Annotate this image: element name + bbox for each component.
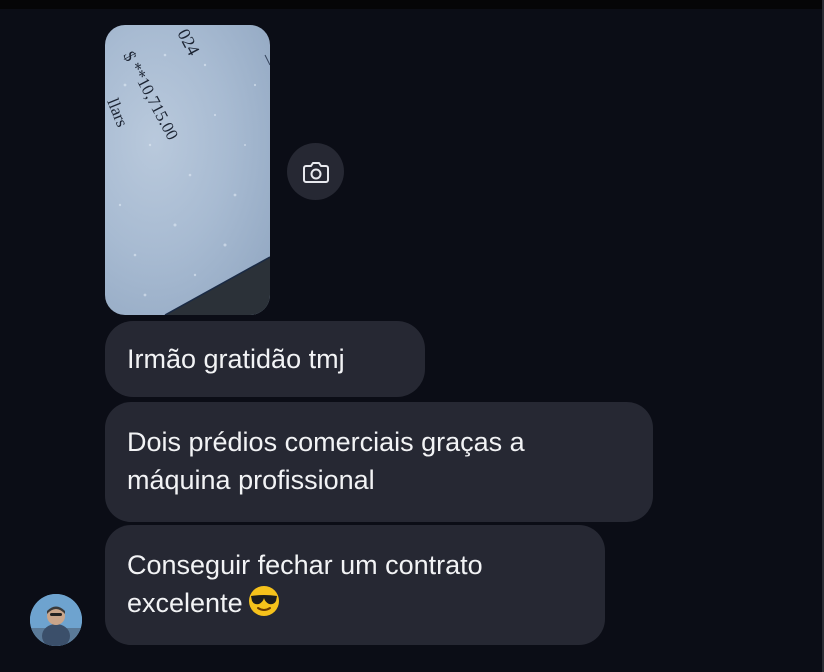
photo-text-amount: $ **10,715.00	[119, 48, 182, 143]
message-text: excelente	[127, 588, 243, 618]
message-text-line: Dois prédios comerciais graças a	[127, 427, 525, 457]
message-text-line-with-emoji: excelente	[127, 584, 583, 622]
message-bubble[interactable]: Irmão gratidão tmj	[105, 321, 425, 397]
top-strip	[0, 0, 824, 9]
message-text-line: máquina profissional	[127, 465, 375, 495]
message-bubble[interactable]: Conseguir fechar um contrato excelente	[105, 525, 605, 645]
message-text-line: Conseguir fechar um contrato	[127, 550, 483, 580]
sunglasses-emoji-icon	[248, 586, 279, 616]
check-photo-content: 024 $ **10,715.00 llars	[105, 25, 270, 315]
camera-icon	[302, 161, 329, 183]
avatar-image	[30, 594, 82, 646]
photo-text-side: llars	[105, 95, 132, 129]
camera-button[interactable]	[287, 143, 344, 200]
photo-attachment[interactable]: 024 $ **10,715.00 llars	[105, 25, 270, 315]
photo-text-top: 024	[173, 25, 203, 58]
sender-avatar[interactable]	[30, 594, 82, 646]
message-text-line: Irmão gratidão tmj	[127, 344, 345, 374]
message-bubble[interactable]: Dois prédios comerciais graças a máquina…	[105, 402, 653, 522]
